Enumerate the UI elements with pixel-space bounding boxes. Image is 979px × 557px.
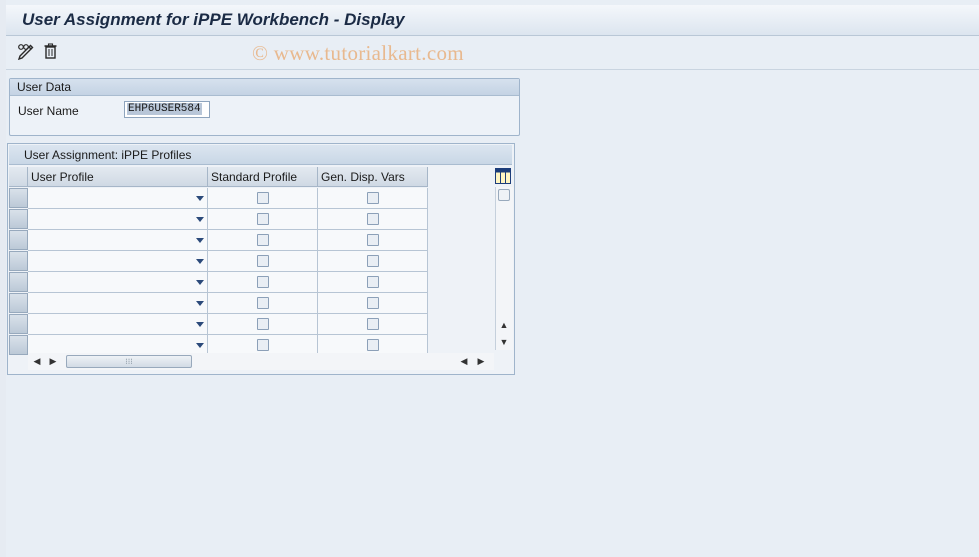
page-title: User Assignment for iPPE Workbench - Dis… — [22, 10, 405, 29]
gen-disp-vars-cell — [318, 272, 428, 293]
standard-profile-cell — [208, 209, 318, 230]
gen-disp-vars-cell — [318, 293, 428, 314]
standard-profile-cell — [208, 188, 318, 209]
table-settings-icon — [495, 168, 511, 184]
user-profile-dropdown[interactable] — [28, 251, 208, 272]
gen-disp-vars-cell — [318, 251, 428, 272]
scroll-right-end-button[interactable]: ▶ — [475, 355, 487, 367]
row-selector[interactable] — [9, 272, 28, 292]
scroll-down-button[interactable]: ▼ — [498, 336, 510, 348]
scroll-up-button[interactable]: ▲ — [498, 319, 510, 331]
standard-profile-checkbox[interactable] — [256, 297, 269, 309]
chevron-down-icon[interactable] — [196, 196, 204, 201]
row-selector[interactable] — [9, 335, 28, 355]
user-data-group: User Data User Name EHP6USER584 — [9, 78, 520, 136]
title-bar: User Assignment for iPPE Workbench - Dis… — [6, 5, 979, 36]
row-selector[interactable] — [9, 293, 28, 313]
gen-disp-vars-cell — [318, 188, 428, 209]
user-name-label: User Name — [18, 104, 79, 118]
standard-profile-checkbox[interactable] — [256, 255, 269, 267]
table-settings-button[interactable] — [495, 168, 511, 184]
gen-disp-vars-cell — [318, 314, 428, 335]
gen-disp-vars-checkbox[interactable] — [366, 234, 379, 246]
horizontal-scrollbar[interactable]: ◀ ▶ ⁝⁝⁝ ◀ ▶ — [28, 353, 494, 370]
chevron-down-icon[interactable] — [196, 301, 204, 306]
standard-profile-cell — [208, 251, 318, 272]
chevron-down-icon[interactable] — [196, 343, 204, 348]
standard-profile-cell — [208, 314, 318, 335]
row-selector[interactable] — [9, 230, 28, 250]
row-selector[interactable] — [9, 314, 28, 334]
table-row — [9, 251, 429, 272]
standard-profile-checkbox[interactable] — [256, 192, 269, 204]
standard-profile-cell — [208, 230, 318, 251]
standard-profile-cell — [208, 293, 318, 314]
scroll-left-end-button[interactable]: ◀ — [458, 355, 470, 367]
standard-profile-checkbox[interactable] — [256, 339, 269, 351]
user-name-field[interactable]: EHP6USER584 — [124, 101, 210, 118]
display-change-button[interactable] — [17, 42, 35, 61]
standard-profile-checkbox[interactable] — [256, 213, 269, 225]
delete-button[interactable] — [42, 42, 60, 60]
user-profile-dropdown[interactable] — [28, 293, 208, 314]
watermark-text: © www.tutorialkart.com — [252, 41, 464, 65]
gen-disp-vars-checkbox[interactable] — [366, 213, 379, 225]
chevron-down-icon[interactable] — [196, 280, 204, 285]
scroll-left-button[interactable]: ◀ — [31, 355, 43, 367]
vertical-scrollbar[interactable]: ▲ ▼ — [495, 187, 513, 350]
user-profile-dropdown[interactable] — [28, 230, 208, 251]
chevron-down-icon[interactable] — [196, 238, 204, 243]
standard-profile-checkbox[interactable] — [256, 318, 269, 330]
vertical-scroll-thumb[interactable] — [498, 189, 510, 201]
standard-profile-cell — [208, 272, 318, 293]
select-all-header[interactable] — [9, 167, 28, 187]
trash-icon — [44, 43, 57, 59]
column-standard-profile[interactable]: Standard Profile — [208, 167, 318, 187]
gen-disp-vars-cell — [318, 230, 428, 251]
gen-disp-vars-checkbox[interactable] — [366, 192, 379, 204]
table-title: User Assignment: iPPE Profiles — [9, 145, 512, 165]
row-selector[interactable] — [9, 209, 28, 229]
table-row — [9, 293, 429, 314]
table-row — [9, 188, 429, 209]
user-profile-dropdown[interactable] — [28, 272, 208, 293]
table-row — [9, 314, 429, 335]
user-profile-dropdown[interactable] — [28, 314, 208, 335]
user-profile-dropdown[interactable] — [28, 209, 208, 230]
table-row — [9, 272, 429, 293]
application-toolbar: © www.tutorialkart.com — [6, 36, 979, 70]
column-user-profile[interactable]: User Profile — [28, 167, 208, 187]
user-profile-dropdown[interactable] — [28, 188, 208, 209]
row-selector[interactable] — [9, 251, 28, 271]
standard-profile-checkbox[interactable] — [256, 234, 269, 246]
chevron-down-icon[interactable] — [196, 259, 204, 264]
chevron-down-icon[interactable] — [196, 322, 204, 327]
gen-disp-vars-checkbox[interactable] — [366, 297, 379, 309]
row-selector[interactable] — [9, 188, 28, 208]
user-data-group-title: User Data — [10, 79, 519, 96]
pencil-glasses-icon — [17, 44, 34, 61]
column-gen-disp-vars[interactable]: Gen. Disp. Vars — [318, 167, 428, 187]
user-name-value: EHP6USER584 — [127, 103, 202, 115]
gen-disp-vars-checkbox[interactable] — [366, 318, 379, 330]
gen-disp-vars-checkbox[interactable] — [366, 339, 379, 351]
gen-disp-vars-checkbox[interactable] — [366, 255, 379, 267]
gen-disp-vars-checkbox[interactable] — [366, 276, 379, 288]
table-row — [9, 230, 429, 251]
table-row — [9, 209, 429, 230]
scroll-right-button[interactable]: ▶ — [47, 355, 59, 367]
horizontal-scroll-thumb[interactable]: ⁝⁝⁝ — [66, 355, 192, 368]
gen-disp-vars-cell — [318, 209, 428, 230]
profiles-table: User Assignment: iPPE Profiles User Prof… — [7, 143, 515, 375]
chevron-down-icon[interactable] — [196, 217, 204, 222]
standard-profile-checkbox[interactable] — [256, 276, 269, 288]
